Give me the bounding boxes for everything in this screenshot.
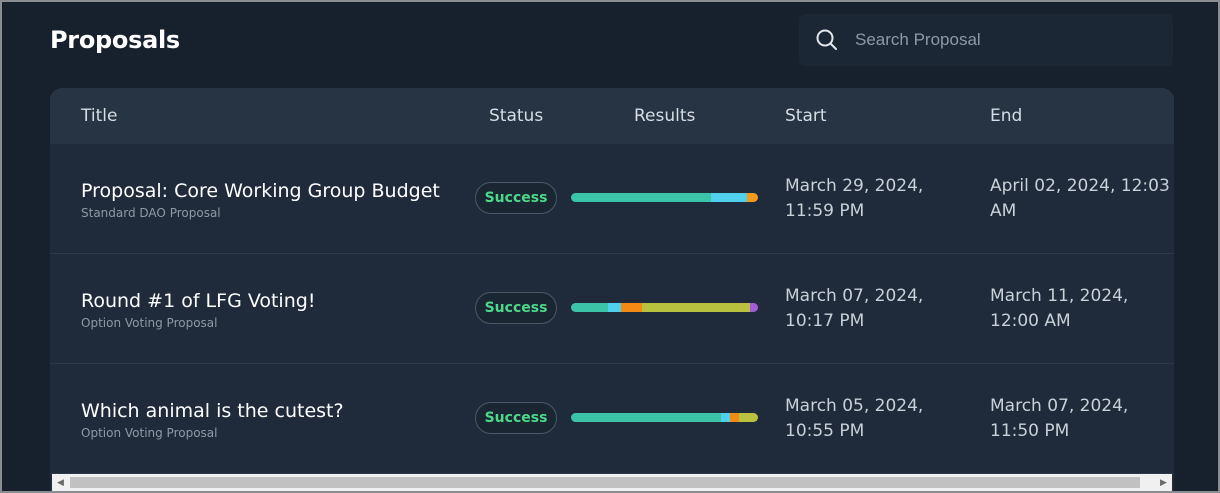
results-bar bbox=[571, 193, 758, 202]
end-date: March 07, 2024, 11:50 PM bbox=[990, 396, 1129, 441]
results-segment bbox=[571, 193, 712, 202]
app-frame: Proposals Title Status Results Start End… bbox=[2, 2, 1218, 491]
status-badge: Success bbox=[475, 292, 557, 324]
column-header-start[interactable]: Start bbox=[785, 88, 827, 144]
table-row[interactable]: Round #1 of LFG Voting! Option Voting Pr… bbox=[50, 254, 1174, 364]
results-segment bbox=[608, 303, 622, 312]
horizontal-scrollbar[interactable]: ◀ ▶ bbox=[52, 474, 1172, 491]
results-segment bbox=[739, 413, 758, 422]
results-segment bbox=[711, 193, 747, 202]
column-header-status[interactable]: Status bbox=[489, 88, 543, 144]
results-segment bbox=[729, 413, 740, 422]
page-title: Proposals bbox=[50, 26, 180, 54]
end-date: April 02, 2024, 12:03 AM bbox=[990, 176, 1170, 221]
start-date: March 29, 2024, 11:59 PM bbox=[785, 176, 924, 221]
end-date: March 11, 2024, 12:00 AM bbox=[990, 286, 1129, 331]
results-segment bbox=[642, 303, 751, 312]
table-header: Title Status Results Start End bbox=[50, 88, 1174, 144]
proposal-title[interactable]: Proposal: Core Working Group Budget bbox=[81, 180, 440, 202]
search-input[interactable] bbox=[853, 29, 1157, 51]
proposal-type: Option Voting Proposal bbox=[81, 316, 218, 330]
column-header-title[interactable]: Title bbox=[81, 88, 117, 144]
results-segment bbox=[571, 413, 721, 422]
search-box[interactable] bbox=[799, 14, 1173, 66]
results-bar bbox=[571, 413, 758, 422]
proposal-type: Standard DAO Proposal bbox=[81, 206, 221, 220]
results-segment bbox=[750, 303, 758, 312]
scroll-right-icon[interactable]: ▶ bbox=[1155, 474, 1172, 491]
proposal-title[interactable]: Round #1 of LFG Voting! bbox=[81, 290, 315, 312]
results-segment bbox=[571, 303, 609, 312]
proposals-table: Title Status Results Start End Proposal:… bbox=[50, 88, 1174, 491]
scrollbar-thumb[interactable] bbox=[70, 477, 1140, 488]
proposal-title[interactable]: Which animal is the cutest? bbox=[81, 400, 344, 422]
column-header-results[interactable]: Results bbox=[634, 88, 695, 144]
results-segment bbox=[746, 193, 758, 202]
status-badge: Success bbox=[475, 402, 557, 434]
results-bar bbox=[571, 303, 758, 312]
column-header-end[interactable]: End bbox=[990, 88, 1022, 144]
results-segment bbox=[621, 303, 643, 312]
start-date: March 07, 2024, 10:17 PM bbox=[785, 286, 924, 331]
table-row[interactable]: Which animal is the cutest? Option Votin… bbox=[50, 364, 1174, 474]
status-badge: Success bbox=[475, 182, 557, 214]
start-date: March 05, 2024, 10:55 PM bbox=[785, 396, 924, 441]
search-icon bbox=[816, 29, 837, 50]
table-row[interactable]: Proposal: Core Working Group Budget Stan… bbox=[50, 144, 1174, 254]
scroll-left-icon[interactable]: ◀ bbox=[52, 474, 69, 491]
results-segment bbox=[720, 413, 730, 422]
proposal-type: Option Voting Proposal bbox=[81, 426, 218, 440]
